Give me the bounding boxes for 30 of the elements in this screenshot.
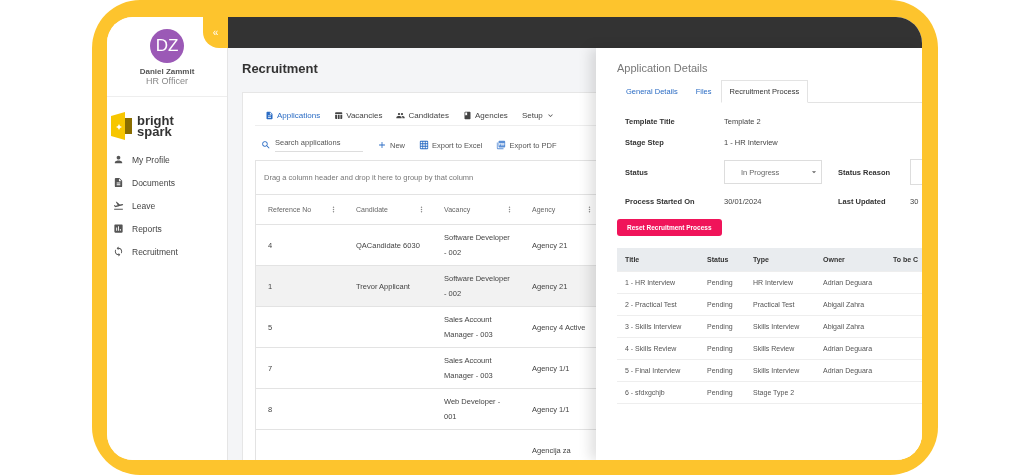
caret-icon [545, 111, 555, 120]
search-icon [261, 140, 271, 150]
panel-title: Application Details [617, 62, 709, 74]
document-icon [113, 177, 124, 188]
nav-item[interactable]: My Profile [107, 148, 227, 171]
logo-text: bright spark [137, 115, 174, 137]
tab[interactable]: Agencies [462, 111, 508, 120]
people-icon [396, 111, 406, 120]
user-name: Daniel Zammit [139, 67, 195, 76]
spreadsheet-icon [419, 140, 429, 150]
user-role: HR Officer [146, 76, 188, 86]
tab[interactable]: Candidates [396, 111, 449, 120]
nav-item[interactable]: Reports [107, 217, 227, 240]
tab[interactable]: Applications [265, 111, 321, 120]
logo-icon [111, 112, 133, 140]
nav-item[interactable]: Documents [107, 171, 227, 194]
report-icon [113, 223, 124, 234]
nav-item[interactable]: Leave [107, 194, 227, 217]
tab[interactable]: Vacancies [334, 111, 383, 120]
table-icon [334, 111, 344, 120]
plane-icon [113, 200, 124, 211]
pdf-icon [496, 140, 507, 150]
book-icon [462, 111, 472, 120]
nav-item[interactable]: Recruitment [107, 240, 227, 263]
tab[interactable]: Setup [521, 111, 555, 120]
page-title: Recruitment [242, 61, 318, 76]
sync-icon [113, 246, 124, 257]
avatar: DZ [150, 29, 184, 63]
document-icon [265, 111, 274, 120]
person-icon [113, 154, 124, 165]
